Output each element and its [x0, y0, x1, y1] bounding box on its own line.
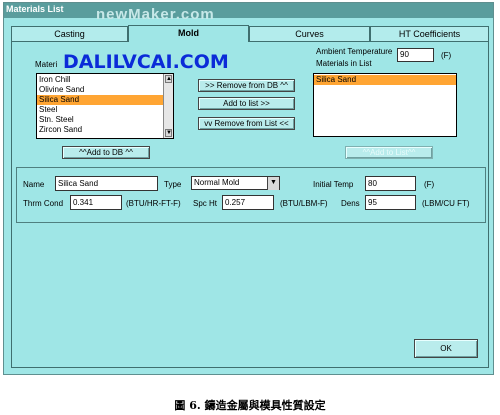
overlay-watermark: DALILVCAI.COM: [63, 51, 229, 73]
title-bar: [4, 3, 493, 18]
type-select[interactable]: Normal Mold ▼: [191, 176, 280, 190]
list-item[interactable]: Steel: [37, 105, 173, 115]
add-to-db-button[interactable]: ^^Add to DB ^^: [62, 146, 150, 159]
initial-temp-unit: (F): [424, 180, 435, 189]
scroll-up-icon[interactable]: ▲: [165, 75, 172, 83]
list-item[interactable]: Olivine Sand: [37, 85, 173, 95]
tab-ht-coefficients[interactable]: HT Coefficients: [370, 26, 489, 41]
add-to-list-disabled-button[interactable]: ^^Add to List^^: [345, 146, 433, 159]
thrm-cond-input[interactable]: 0.341: [70, 195, 122, 210]
spc-ht-input[interactable]: 0.257: [222, 195, 274, 210]
list-item[interactable]: Stn. Steel: [37, 115, 173, 125]
tab-casting[interactable]: Casting: [11, 26, 128, 41]
figure-caption: 圖 6. 鑄造金屬與模具性質設定: [174, 399, 326, 412]
ambient-temperature-label: Ambient Temperature: [316, 47, 393, 56]
list-item[interactable]: Zircon Sand: [37, 125, 173, 135]
list-item[interactable]: Iron Chill: [37, 75, 173, 85]
tab-mold[interactable]: Mold: [128, 25, 249, 42]
list-item-selected[interactable]: Silica Sand: [314, 75, 456, 85]
name-input[interactable]: Silica Sand: [55, 176, 158, 191]
add-to-list-button[interactable]: Add to list >>: [198, 97, 295, 110]
thrm-cond-label: Thrm Cond: [23, 199, 64, 208]
remove-from-db-button[interactable]: >> Remove from DB ^^: [198, 79, 295, 92]
type-label: Type: [164, 180, 182, 189]
tab-curves[interactable]: Curves: [249, 26, 370, 41]
ok-button[interactable]: OK: [414, 339, 478, 358]
spc-ht-label: Spc Ht: [193, 199, 218, 208]
initial-temp-label: Initial Temp: [313, 180, 354, 189]
materials-db-list[interactable]: Iron Chill Olivine Sand Silica Sand Stee…: [36, 73, 174, 139]
window-title: Materials List: [6, 4, 64, 14]
type-select-value: Normal Mold: [194, 178, 240, 187]
name-label: Name: [23, 180, 45, 189]
ambient-temperature-input[interactable]: 90: [397, 48, 434, 62]
thrm-cond-unit: (BTU/HR-FT-F): [126, 199, 181, 208]
ambient-temperature-unit: (F): [441, 51, 452, 60]
list-item-selected[interactable]: Silica Sand: [37, 95, 173, 105]
materials-in-list-label: Materials in List: [316, 59, 372, 68]
remove-from-list-button[interactable]: vv Remove from List <<: [198, 117, 295, 130]
materials-db-label: Materi: [35, 60, 58, 69]
background-watermark: newMaker.com: [96, 6, 215, 23]
scroll-down-icon[interactable]: ▼: [165, 129, 172, 137]
dens-unit: (LBM/CU FT): [422, 199, 470, 208]
chevron-down-icon[interactable]: ▼: [267, 177, 279, 190]
spc-ht-unit: (BTU/LBM-F): [280, 199, 328, 208]
dens-label: Dens: [341, 199, 360, 208]
dens-input[interactable]: 95: [365, 195, 416, 210]
initial-temp-input[interactable]: 80: [365, 176, 416, 191]
materials-in-list[interactable]: Silica Sand: [313, 73, 457, 137]
list-scrollbar[interactable]: ▲ ▼: [163, 74, 173, 138]
